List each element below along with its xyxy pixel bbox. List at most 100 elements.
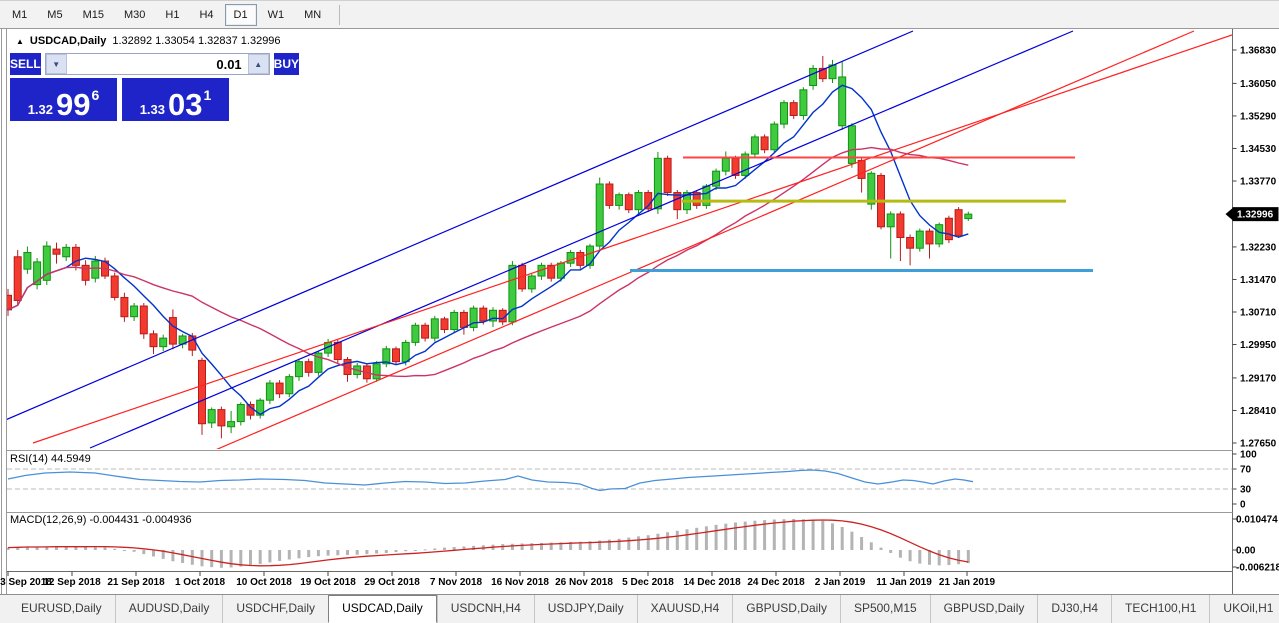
timeframe-button-M30[interactable]: M30 bbox=[115, 4, 154, 26]
date-axis-label[interactable]: 14 Dec 2018 bbox=[683, 577, 741, 588]
candle-body bbox=[858, 160, 865, 178]
macd-histogram-bar bbox=[724, 524, 727, 550]
date-axis-label[interactable]: 21 Jan 2019 bbox=[939, 577, 996, 588]
date-axis-label[interactable]: 16 Nov 2018 bbox=[491, 577, 549, 588]
candle bbox=[936, 223, 943, 248]
candle-body bbox=[955, 210, 962, 236]
trading-terminal-window: M1M5M15M30H1H4D1W1MN 1.368301.360501.352… bbox=[0, 0, 1279, 623]
sell-price-big: 99 bbox=[56, 92, 90, 117]
candle bbox=[111, 273, 118, 301]
candle bbox=[781, 100, 788, 128]
chart-workspace: 1.368301.360501.352901.345301.337701.322… bbox=[0, 29, 1279, 594]
macd-histogram-bar bbox=[259, 550, 262, 564]
candle-body bbox=[945, 218, 952, 239]
buy-price-panel[interactable]: 1.33 03 1 bbox=[122, 78, 229, 121]
candle-body bbox=[82, 265, 89, 280]
symbol-tab-UKOil[interactable]: UKOil,H1 bbox=[1209, 595, 1279, 623]
macd-histogram-bar bbox=[268, 550, 271, 562]
candle-body bbox=[577, 252, 584, 265]
macd-layer bbox=[7, 519, 970, 568]
symbol-tab-GBPUSD[interactable]: GBPUSD,Daily bbox=[732, 595, 840, 623]
candle bbox=[286, 374, 293, 397]
date-axis-label[interactable]: 11 Jan 2019 bbox=[876, 577, 932, 588]
symbol-tab-DJ30[interactable]: DJ30,H4 bbox=[1037, 595, 1111, 623]
symbol-tab-AUDUSD[interactable]: AUDUSD,Daily bbox=[115, 595, 223, 623]
timeframe-button-M15[interactable]: M15 bbox=[74, 4, 113, 26]
symbol-tab-USDCHF[interactable]: USDCHF,Daily bbox=[222, 595, 328, 623]
candle bbox=[315, 351, 322, 376]
candle-body bbox=[92, 261, 99, 278]
lot-decrease-button[interactable]: ▼ bbox=[46, 54, 67, 74]
macd-histogram-bar bbox=[899, 550, 902, 558]
candle-body bbox=[208, 410, 215, 423]
trend-line[interactable] bbox=[213, 31, 1194, 451]
date-axis-label[interactable]: 29 Oct 2018 bbox=[364, 577, 420, 588]
collapse-chart-icon[interactable]: ▲ bbox=[16, 37, 24, 46]
symbol-tab-USDCAD[interactable]: USDCAD,Daily bbox=[328, 595, 437, 623]
symbol-tab-bar: EURUSD,DailyAUDUSD,DailyUSDCHF,DailyUSDC… bbox=[0, 594, 1279, 623]
date-axis-label[interactable]: 2 Jan 2019 bbox=[815, 577, 866, 588]
candle-body bbox=[150, 334, 157, 347]
candle-body bbox=[751, 137, 758, 154]
timeframe-button-W1[interactable]: W1 bbox=[259, 4, 294, 26]
timeframe-button-D1[interactable]: D1 bbox=[225, 4, 257, 26]
timeframe-button-H1[interactable]: H1 bbox=[156, 4, 188, 26]
candle bbox=[654, 152, 661, 214]
candle bbox=[257, 398, 264, 419]
macd-histogram-bar bbox=[734, 522, 737, 550]
candle-body bbox=[664, 158, 671, 192]
timeframe-button-M5[interactable]: M5 bbox=[38, 4, 71, 26]
buy-button[interactable]: BUY bbox=[274, 53, 299, 75]
candle-body bbox=[121, 297, 128, 316]
sell-button[interactable]: SELL bbox=[10, 53, 41, 75]
candle-body bbox=[160, 338, 167, 347]
date-axis-label[interactable]: 5 Dec 2018 bbox=[622, 577, 674, 588]
candle bbox=[228, 411, 235, 433]
symbol-tab-EURUSD[interactable]: EURUSD,Daily bbox=[8, 595, 115, 623]
date-axis-label[interactable]: 24 Dec 2018 bbox=[747, 577, 805, 588]
current-price-tag-value: 1.32996 bbox=[1237, 210, 1274, 221]
date-axis-label[interactable]: 12 Sep 2018 bbox=[43, 577, 101, 588]
macd-histogram-bar bbox=[637, 536, 640, 550]
symbol-tab-GBPUSD[interactable]: GBPUSD,Daily bbox=[930, 595, 1038, 623]
rsi-indicator-label: RSI(14) 44.5949 bbox=[10, 453, 91, 465]
candle bbox=[839, 62, 846, 130]
timeframe-button-MN[interactable]: MN bbox=[295, 4, 330, 26]
macd-histogram-bar bbox=[521, 543, 524, 550]
macd-histogram-bar bbox=[307, 550, 310, 557]
candle-body bbox=[218, 410, 225, 426]
candle bbox=[431, 316, 438, 342]
date-axis-label[interactable]: 26 Nov 2018 bbox=[555, 577, 613, 588]
symbol-tab-USDJPY[interactable]: USDJPY,Daily bbox=[534, 595, 637, 623]
macd-histogram-bar bbox=[889, 550, 892, 553]
timeframe-button-H4[interactable]: H4 bbox=[190, 4, 222, 26]
symbol-tab-XAUUSD[interactable]: XAUUSD,H4 bbox=[637, 595, 733, 623]
macd-histogram-bar bbox=[336, 550, 339, 555]
sell-price-panel[interactable]: 1.32 99 6 bbox=[10, 78, 117, 121]
macd-histogram-bar bbox=[928, 550, 931, 565]
symbol-tab-USDCNH[interactable]: USDCNH,H4 bbox=[437, 595, 534, 623]
candle-body bbox=[199, 360, 206, 423]
date-axis-label[interactable]: 7 Nov 2018 bbox=[430, 577, 483, 588]
macd-histogram-bar bbox=[618, 539, 621, 550]
date-axis-label[interactable]: 21 Sep 2018 bbox=[107, 577, 165, 588]
macd-histogram-bar bbox=[695, 528, 698, 550]
macd-histogram-bar bbox=[860, 537, 863, 550]
date-axis-label[interactable]: 1 Oct 2018 bbox=[175, 577, 225, 588]
candle-body bbox=[722, 158, 729, 171]
candle bbox=[800, 87, 807, 120]
candle bbox=[490, 307, 497, 327]
symbol-tab-SP500[interactable]: SP500,M15 bbox=[840, 595, 930, 623]
candle bbox=[664, 156, 671, 196]
macd-histogram-bar bbox=[792, 519, 795, 550]
timeframe-button-M1[interactable]: M1 bbox=[3, 4, 36, 26]
macd-histogram-bar bbox=[424, 549, 427, 550]
lot-increase-button[interactable]: ▲ bbox=[248, 54, 269, 74]
lot-size-input[interactable] bbox=[67, 54, 248, 74]
symbol-tab-TECH100[interactable]: TECH100,H1 bbox=[1111, 595, 1209, 623]
date-axis-label[interactable]: 10 Oct 2018 bbox=[236, 577, 292, 588]
price-axis-label: 1.27650 bbox=[1240, 439, 1277, 450]
macd-histogram-bar bbox=[918, 550, 921, 564]
date-axis-label[interactable]: 19 Oct 2018 bbox=[300, 577, 356, 588]
candle-body bbox=[441, 319, 448, 330]
